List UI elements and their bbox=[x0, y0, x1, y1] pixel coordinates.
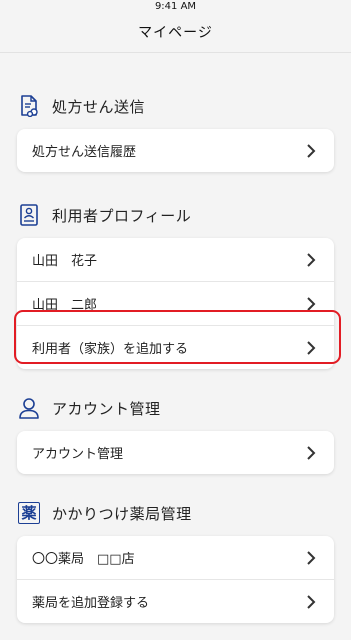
user-profile-card-icon bbox=[18, 204, 40, 226]
chevron-right-icon bbox=[307, 296, 316, 311]
row-user-jiro[interactable]: 山田 二郎 bbox=[17, 281, 334, 325]
status-bar: 9:41 AM bbox=[0, 0, 351, 16]
section-header-prescription: 処方せん送信 bbox=[18, 91, 351, 121]
card-prescription: 処方せん送信履歴 bbox=[17, 129, 334, 172]
prescription-document-icon bbox=[18, 95, 40, 117]
chevron-right-icon bbox=[307, 340, 316, 355]
section-profile: 利用者プロフィール 山田 花子 山田 二郎 利用者（家族）を追加する bbox=[0, 200, 351, 369]
status-time: 9:41 AM bbox=[154, 1, 197, 12]
pharmacy-kanji-glyph: 薬 bbox=[21, 504, 37, 522]
row-label: アカウント管理 bbox=[32, 447, 124, 462]
section-title-prescription: 処方せん送信 bbox=[52, 97, 146, 116]
section-account: アカウント管理 アカウント管理 bbox=[0, 393, 351, 474]
section-pharmacy: 薬 かかりつけ薬局管理 〇〇薬局 □□店 薬局を追加登録する bbox=[0, 498, 351, 623]
chevron-right-icon bbox=[307, 550, 316, 565]
row-account-management[interactable]: アカウント管理 bbox=[17, 431, 334, 474]
row-label: 山田 二郎 bbox=[32, 298, 98, 313]
card-profile: 山田 花子 山田 二郎 利用者（家族）を追加する bbox=[17, 238, 334, 369]
section-title-pharmacy: かかりつけ薬局管理 bbox=[52, 504, 192, 523]
row-add-pharmacy[interactable]: 薬局を追加登録する bbox=[17, 579, 334, 623]
row-label: 処方せん送信履歴 bbox=[32, 145, 137, 160]
row-label: 薬局を追加登録する bbox=[32, 596, 150, 611]
section-title-profile: 利用者プロフィール bbox=[52, 206, 192, 225]
chevron-right-icon bbox=[307, 252, 316, 267]
row-add-family-user[interactable]: 利用者（家族）を追加する bbox=[17, 325, 334, 369]
card-pharmacy: 〇〇薬局 □□店 薬局を追加登録する bbox=[17, 536, 334, 623]
row-prescription-history[interactable]: 処方せん送信履歴 bbox=[17, 129, 334, 172]
row-label: 利用者（家族）を追加する bbox=[32, 342, 189, 357]
row-user-hanako[interactable]: 山田 花子 bbox=[17, 238, 334, 281]
chevron-right-icon bbox=[307, 143, 316, 158]
row-pharmacy-store[interactable]: 〇〇薬局 □□店 bbox=[17, 536, 334, 579]
chevron-right-icon bbox=[307, 445, 316, 460]
page-title: マイページ bbox=[0, 16, 351, 53]
section-header-pharmacy: 薬 かかりつけ薬局管理 bbox=[18, 498, 351, 528]
section-header-profile: 利用者プロフィール bbox=[18, 200, 351, 230]
section-header-account: アカウント管理 bbox=[18, 393, 351, 423]
pharmacy-kanji-icon: 薬 bbox=[18, 502, 40, 524]
section-title-account: アカウント管理 bbox=[52, 399, 161, 418]
chevron-right-icon bbox=[307, 594, 316, 609]
section-prescription: 処方せん送信 処方せん送信履歴 bbox=[0, 91, 351, 172]
person-icon bbox=[18, 397, 40, 419]
row-label: 山田 花子 bbox=[32, 254, 98, 269]
row-label: 〇〇薬局 □□店 bbox=[32, 552, 135, 567]
card-account: アカウント管理 bbox=[17, 431, 334, 474]
